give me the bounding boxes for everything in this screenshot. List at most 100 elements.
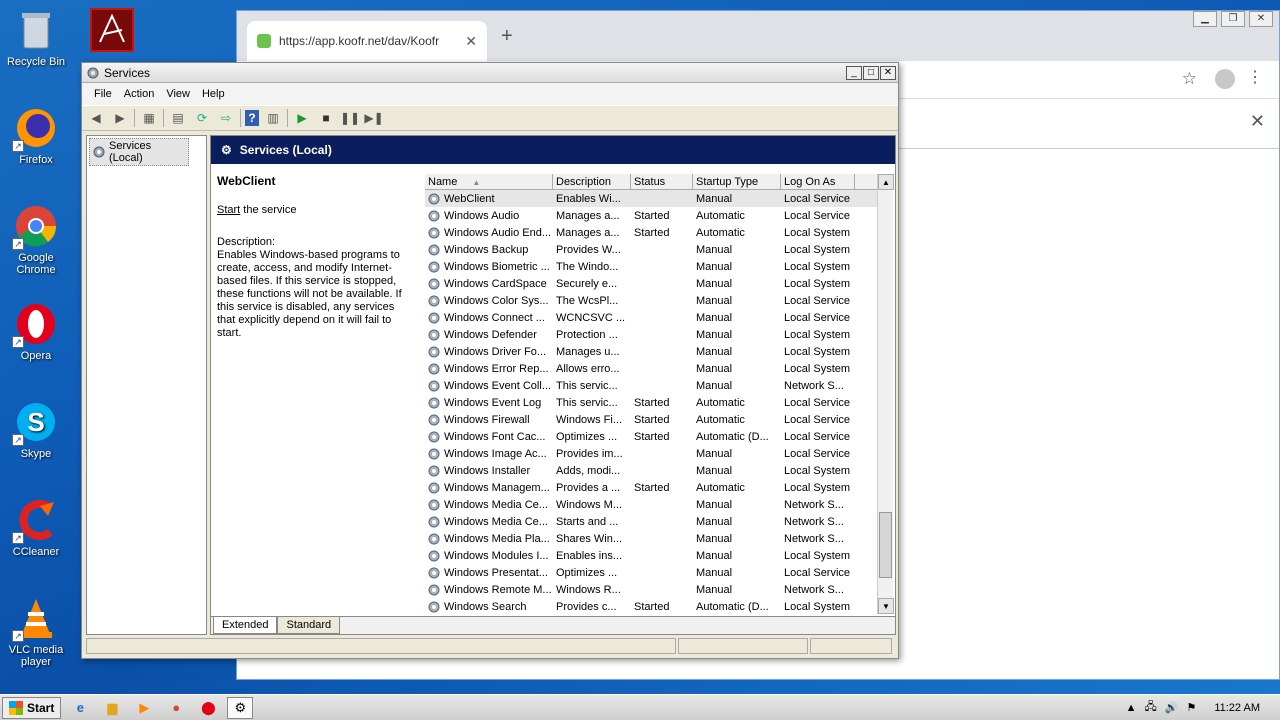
cell-startup-type: Manual	[696, 243, 733, 256]
acrobat-desktop-icon[interactable]	[90, 8, 134, 52]
chrome-taskbar-icon[interactable]: ●	[163, 697, 189, 719]
table-row[interactable]: Windows Event Log This servic... Started Au…	[425, 394, 893, 411]
start-service-link[interactable]: Start	[217, 204, 240, 216]
shortcut-arrow-icon: ↗	[12, 140, 24, 152]
table-row[interactable]: Windows Defender Protection ... Manual Loca…	[425, 326, 893, 343]
table-row[interactable]: Windows Modules I... Enables ins... Manual…	[425, 547, 893, 564]
desktop-icon-opera[interactable]: ↗ Opera	[1, 302, 71, 362]
stop-service-icon[interactable]: ■	[316, 108, 336, 128]
table-row[interactable]: Windows Media Ce... Starts and ... Manual N…	[425, 513, 893, 530]
table-row[interactable]: Windows Font Cac... Optimizes ... Started A…	[425, 428, 893, 445]
minimize-button[interactable]: ▁	[1193, 11, 1217, 27]
back-icon[interactable]: ◀	[86, 108, 106, 128]
table-row[interactable]: Windows Error Rep... Allows erro... Manual…	[425, 360, 893, 377]
desktop-icon-ccleaner[interactable]: ↗ CCleaner	[1, 498, 71, 558]
scroll-up-icon[interactable]: ▲	[878, 174, 894, 190]
close-button[interactable]: ✕	[1249, 11, 1273, 27]
table-row[interactable]: Windows Media Ce... Windows M... Manual Net…	[425, 496, 893, 513]
action-pane-icon[interactable]: ▥	[263, 108, 283, 128]
table-row[interactable]: Windows Managem... Provides a ... Started A…	[425, 479, 893, 496]
start-button[interactable]: Start	[2, 696, 62, 719]
volume-icon[interactable]: 🔊	[1165, 701, 1179, 714]
maximize-button[interactable]: □	[863, 65, 879, 80]
column-startup-type[interactable]: Startup Type	[693, 174, 781, 189]
forward-icon[interactable]: ▶	[110, 108, 130, 128]
explorer-folder-icon[interactable]: ▆	[99, 697, 125, 719]
menu-help[interactable]: Help	[196, 88, 231, 100]
network-icon[interactable]: 🖧	[1144, 698, 1156, 717]
table-row[interactable]: Windows Biometric ... The Windo... Manual L…	[425, 258, 893, 275]
show-console-tree-icon[interactable]: ▦	[139, 108, 159, 128]
ie-icon[interactable]: e	[67, 697, 93, 719]
opera-taskbar-icon[interactable]: ⬤	[195, 697, 221, 719]
start-service-icon[interactable]: ▶	[292, 108, 312, 128]
column-description[interactable]: Description	[553, 174, 631, 189]
tab-extended[interactable]: Extended	[213, 617, 278, 634]
browser-tab[interactable]: https://app.koofr.net/dav/Koofr ✕	[247, 21, 487, 61]
desktop-icon-skype[interactable]: S ↗ Skype	[1, 400, 71, 460]
service-gear-icon	[428, 346, 440, 357]
desktop-icon-chrome[interactable]: ↗ Google Chrome	[1, 204, 71, 276]
services-taskbar-icon[interactable]: ⚙	[227, 696, 254, 719]
clock[interactable]: 11:22 AM	[1214, 702, 1260, 714]
menu-file[interactable]: File	[88, 88, 118, 100]
table-row[interactable]: Windows Color Sys... The WcsPl... Manual Lo…	[425, 292, 893, 309]
new-tab-button[interactable]: +	[501, 25, 513, 48]
table-row[interactable]: Windows Event Coll... This servic... Manua…	[425, 377, 893, 394]
column-name[interactable]: Name ▲	[425, 174, 553, 189]
cell-status: Started	[634, 413, 670, 426]
action-center-flag-icon[interactable]: ⚑	[1186, 701, 1196, 714]
cell-description: Windows M...	[556, 498, 623, 511]
vertical-scrollbar[interactable]: ▲ ▼	[877, 174, 894, 614]
account-avatar-icon[interactable]	[1215, 69, 1235, 89]
cell-name: Windows Color Sys...	[425, 294, 553, 308]
desktop-icon-recycle-bin[interactable]: Recycle Bin	[1, 8, 71, 68]
cell-description: Shares Win...	[556, 532, 623, 545]
table-row[interactable]: Windows Backup Provides W... Manual Local S…	[425, 241, 893, 258]
infobar-close-icon[interactable]: ✕	[1250, 111, 1265, 132]
scroll-thumb[interactable]	[879, 512, 892, 578]
media-player-icon[interactable]: ▶	[131, 697, 157, 719]
cell-log-on-as: Local System	[784, 481, 851, 494]
tree-node-services-local[interactable]: Services (Local)	[89, 138, 189, 166]
table-row[interactable]: Windows Presentat... Optimizes ... Manual L…	[425, 564, 893, 581]
table-row[interactable]: Windows CardSpace Securely e... Manual Loca…	[425, 275, 893, 292]
table-row[interactable]: Windows Connect ... WCNCSVC ... Manual Loca…	[425, 309, 893, 326]
cell-name: Windows Defender	[425, 328, 553, 342]
table-row[interactable]: Windows Image Ac... Provides im... Manual L…	[425, 445, 893, 462]
refresh-icon[interactable]: ⟳	[192, 108, 212, 128]
menu-action[interactable]: Action	[118, 88, 161, 100]
pause-service-icon[interactable]: ❚❚	[340, 108, 360, 128]
restart-service-icon[interactable]: ▶❚	[364, 108, 384, 128]
export-list-icon[interactable]: ⇨	[216, 108, 236, 128]
maximize-button[interactable]: ❐	[1221, 11, 1245, 27]
cell-startup-type: Manual	[696, 447, 733, 460]
bookmark-star-icon[interactable]: ☆	[1182, 69, 1197, 89]
table-row[interactable]: Windows Firewall Windows Fi... Started Auto…	[425, 411, 893, 428]
column-log-on-as[interactable]: Log On As	[781, 174, 855, 189]
desktop-icon-firefox[interactable]: ↗ Firefox	[1, 106, 71, 166]
table-row[interactable]: Windows Audio Manages a... Started Automati…	[425, 207, 893, 224]
close-button[interactable]: ✕	[880, 65, 896, 80]
help-icon[interactable]: ?	[245, 110, 259, 126]
table-row[interactable]: Windows Audio End... Manages a... Started A…	[425, 224, 893, 241]
table-row[interactable]: Windows Driver Fo... Manages u... Manual Lo…	[425, 343, 893, 360]
service-gear-icon	[428, 550, 440, 561]
browser-menu-icon[interactable]: ⋮	[1247, 67, 1263, 87]
table-row[interactable]: Windows Media Pla... Shares Win... Manual N…	[425, 530, 893, 547]
table-row[interactable]: WebClient Enables Wi... Manual Local Servic…	[425, 190, 893, 207]
tab-standard[interactable]: Standard	[277, 617, 341, 634]
table-row[interactable]: Windows Installer Adds, modi... Manual Loca…	[425, 462, 893, 479]
minimize-button[interactable]: _	[846, 65, 862, 80]
properties-icon[interactable]: ▤	[168, 108, 188, 128]
table-row[interactable]: Windows Search Provides c... Started Automa…	[425, 598, 893, 615]
close-tab-icon[interactable]: ✕	[465, 33, 477, 50]
desktop-icon-label: CCleaner	[12, 546, 60, 558]
menu-view[interactable]: View	[160, 88, 196, 100]
desktop-icon-vlc[interactable]: ↗ VLC media player	[1, 596, 71, 668]
cell-log-on-as: Local Service	[784, 192, 851, 205]
column-status[interactable]: Status	[631, 174, 693, 189]
scroll-down-icon[interactable]: ▼	[878, 598, 894, 614]
tray-expand-icon[interactable]: ▲	[1126, 702, 1137, 714]
table-row[interactable]: Windows Remote M... Windows R... Manual Net…	[425, 581, 893, 598]
